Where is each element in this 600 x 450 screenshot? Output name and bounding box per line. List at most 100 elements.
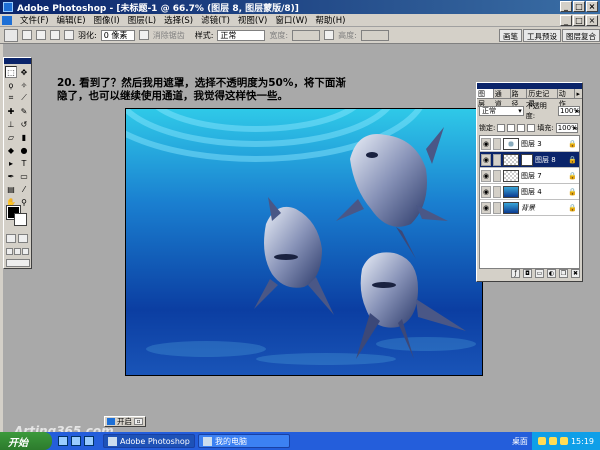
layer-mask-thumbnail[interactable]	[521, 153, 533, 166]
link-slot[interactable]	[493, 137, 501, 150]
link-slot[interactable]	[493, 185, 501, 198]
link-slot[interactable]	[493, 153, 501, 166]
magic-wand-tool-icon[interactable]: ✧	[18, 79, 30, 91]
menu-layer[interactable]: 图层(L)	[124, 14, 160, 26]
lock-transparency-checkbox[interactable]	[497, 124, 506, 132]
jump-to-imageready-button[interactable]	[6, 259, 30, 267]
menu-view[interactable]: 视图(V)	[234, 14, 271, 26]
height-input[interactable]	[360, 29, 389, 41]
opacity-input[interactable]: 100%	[558, 106, 580, 116]
visibility-eye-icon[interactable]: ◉	[481, 153, 491, 166]
document-icon[interactable]	[2, 16, 12, 25]
visibility-eye-icon[interactable]: ◉	[481, 169, 491, 182]
tab-channels[interactable]: 通道	[494, 89, 511, 108]
brush-tool-icon[interactable]: ✎	[18, 105, 30, 117]
full-screen-menu-button[interactable]	[14, 248, 21, 255]
menu-edit[interactable]: 编辑(E)	[53, 14, 90, 26]
new-layer-icon[interactable]: ❐	[559, 268, 568, 278]
tab-actions[interactable]: 动作	[558, 89, 575, 108]
swap-icon[interactable]	[324, 30, 335, 40]
feather-input[interactable]: 0 像素	[100, 29, 135, 41]
history-brush-tool-icon[interactable]: ↺	[18, 118, 30, 130]
menu-select[interactable]: 选择(S)	[160, 14, 197, 26]
tab-tool-presets[interactable]: 工具预设	[523, 29, 561, 42]
start-button[interactable]: 开始	[0, 432, 52, 450]
add-selection-icon[interactable]	[36, 30, 46, 40]
show-desktop-icon[interactable]	[58, 436, 68, 446]
healing-brush-tool-icon[interactable]: ✚	[5, 105, 17, 117]
menu-filter[interactable]: 滤镜(T)	[197, 14, 234, 26]
crop-tool-icon[interactable]: ⌗	[5, 92, 17, 104]
volume-icon[interactable]	[559, 437, 568, 445]
visibility-eye-icon[interactable]: ◉	[481, 137, 491, 150]
new-set-icon[interactable]: ▭	[535, 268, 544, 278]
notes-tool-icon[interactable]: ▤	[5, 183, 17, 195]
browser-icon[interactable]	[71, 436, 81, 446]
palette-menu-icon[interactable]: ▸	[575, 89, 583, 98]
tray-icon[interactable]	[548, 437, 557, 445]
lock-all-checkbox[interactable]	[527, 124, 536, 132]
style-select[interactable]: 正常	[217, 29, 266, 41]
tool-preset-picker[interactable]	[4, 28, 18, 42]
antialias-checkbox[interactable]	[138, 30, 149, 40]
delete-layer-icon[interactable]: ✖	[571, 268, 580, 278]
tray-icon[interactable]	[537, 437, 546, 445]
add-mask-icon[interactable]: ◘	[523, 268, 532, 278]
visibility-eye-icon[interactable]: ◉	[481, 185, 491, 198]
doc-close-button[interactable]: ×	[586, 15, 598, 26]
subtract-selection-icon[interactable]	[50, 30, 60, 40]
link-slot[interactable]	[493, 201, 501, 214]
tab-layers[interactable]: 图层	[477, 89, 494, 108]
blend-mode-select[interactable]: 正常	[479, 106, 524, 116]
standard-mode-button[interactable]	[6, 234, 16, 243]
lasso-tool-icon[interactable]: ϙ	[5, 79, 17, 91]
blur-tool-icon[interactable]: ◆	[5, 144, 17, 156]
layer-row[interactable]: ◉ 图层 3 🔒	[480, 136, 579, 152]
tab-history[interactable]: 历史记录	[527, 89, 558, 108]
pen-tool-icon[interactable]: ✒	[5, 170, 17, 182]
tab-layer-comps[interactable]: 图层复合	[562, 29, 600, 42]
task-photoshop[interactable]: Adobe Photoshop	[103, 434, 195, 448]
full-screen-button[interactable]	[22, 248, 29, 255]
task-my-computer[interactable]: 我的电脑	[198, 434, 290, 448]
marquee-tool-icon[interactable]: ⬚	[5, 66, 17, 78]
path-selection-tool-icon[interactable]: ▸	[5, 157, 17, 169]
menu-file[interactable]: 文件(F)	[16, 14, 53, 26]
gradient-tool-icon[interactable]: ▮	[18, 131, 30, 143]
tab-paths[interactable]: 路径	[511, 89, 528, 108]
doc-restore-button[interactable]: □	[573, 15, 585, 26]
tab-brushes[interactable]: 画笔	[499, 29, 522, 42]
quick-mask-mode-button[interactable]	[18, 234, 28, 243]
eyedropper-tool-icon[interactable]: ⁄	[18, 183, 30, 195]
new-selection-icon[interactable]	[22, 30, 32, 40]
link-slot[interactable]	[493, 169, 501, 182]
minimize-button[interactable]: _	[560, 1, 572, 12]
background-color-swatch[interactable]	[14, 213, 27, 226]
layer-row[interactable]: ◉ 背景 🔒	[480, 200, 579, 216]
media-player-icon[interactable]	[84, 436, 94, 446]
menu-window[interactable]: 窗口(W)	[271, 14, 311, 26]
document-canvas[interactable]	[125, 108, 483, 376]
menu-image[interactable]: 图像(I)	[90, 14, 124, 26]
dodge-tool-icon[interactable]: ●	[18, 144, 30, 156]
adjustment-layer-icon[interactable]: ◐	[547, 268, 556, 278]
clone-stamp-tool-icon[interactable]: ⊥	[5, 118, 17, 130]
layer-row[interactable]: ◉ 图层 7 🔒	[480, 168, 579, 184]
shape-tool-icon[interactable]: ▭	[18, 170, 30, 182]
restore-icon[interactable]: ▫	[134, 418, 143, 425]
layer-style-icon[interactable]: ƒ	[511, 268, 520, 278]
move-tool-icon[interactable]: ✥	[18, 66, 30, 78]
width-input[interactable]	[292, 29, 321, 41]
lock-position-checkbox[interactable]	[517, 124, 526, 132]
slice-tool-icon[interactable]: ⟋	[18, 92, 30, 104]
intersect-selection-icon[interactable]	[64, 30, 74, 40]
fill-input[interactable]: 100%	[555, 123, 578, 133]
maximize-button[interactable]: □	[573, 1, 585, 12]
lock-pixels-checkbox[interactable]	[507, 124, 516, 132]
doc-minimize-button[interactable]: _	[560, 15, 572, 26]
desktop-toolbar-label[interactable]: 桌面	[512, 436, 528, 447]
close-button[interactable]: ×	[586, 1, 598, 12]
type-tool-icon[interactable]: T	[18, 157, 30, 169]
visibility-eye-icon[interactable]: ◉	[481, 201, 491, 214]
standard-screen-button[interactable]	[6, 248, 13, 255]
